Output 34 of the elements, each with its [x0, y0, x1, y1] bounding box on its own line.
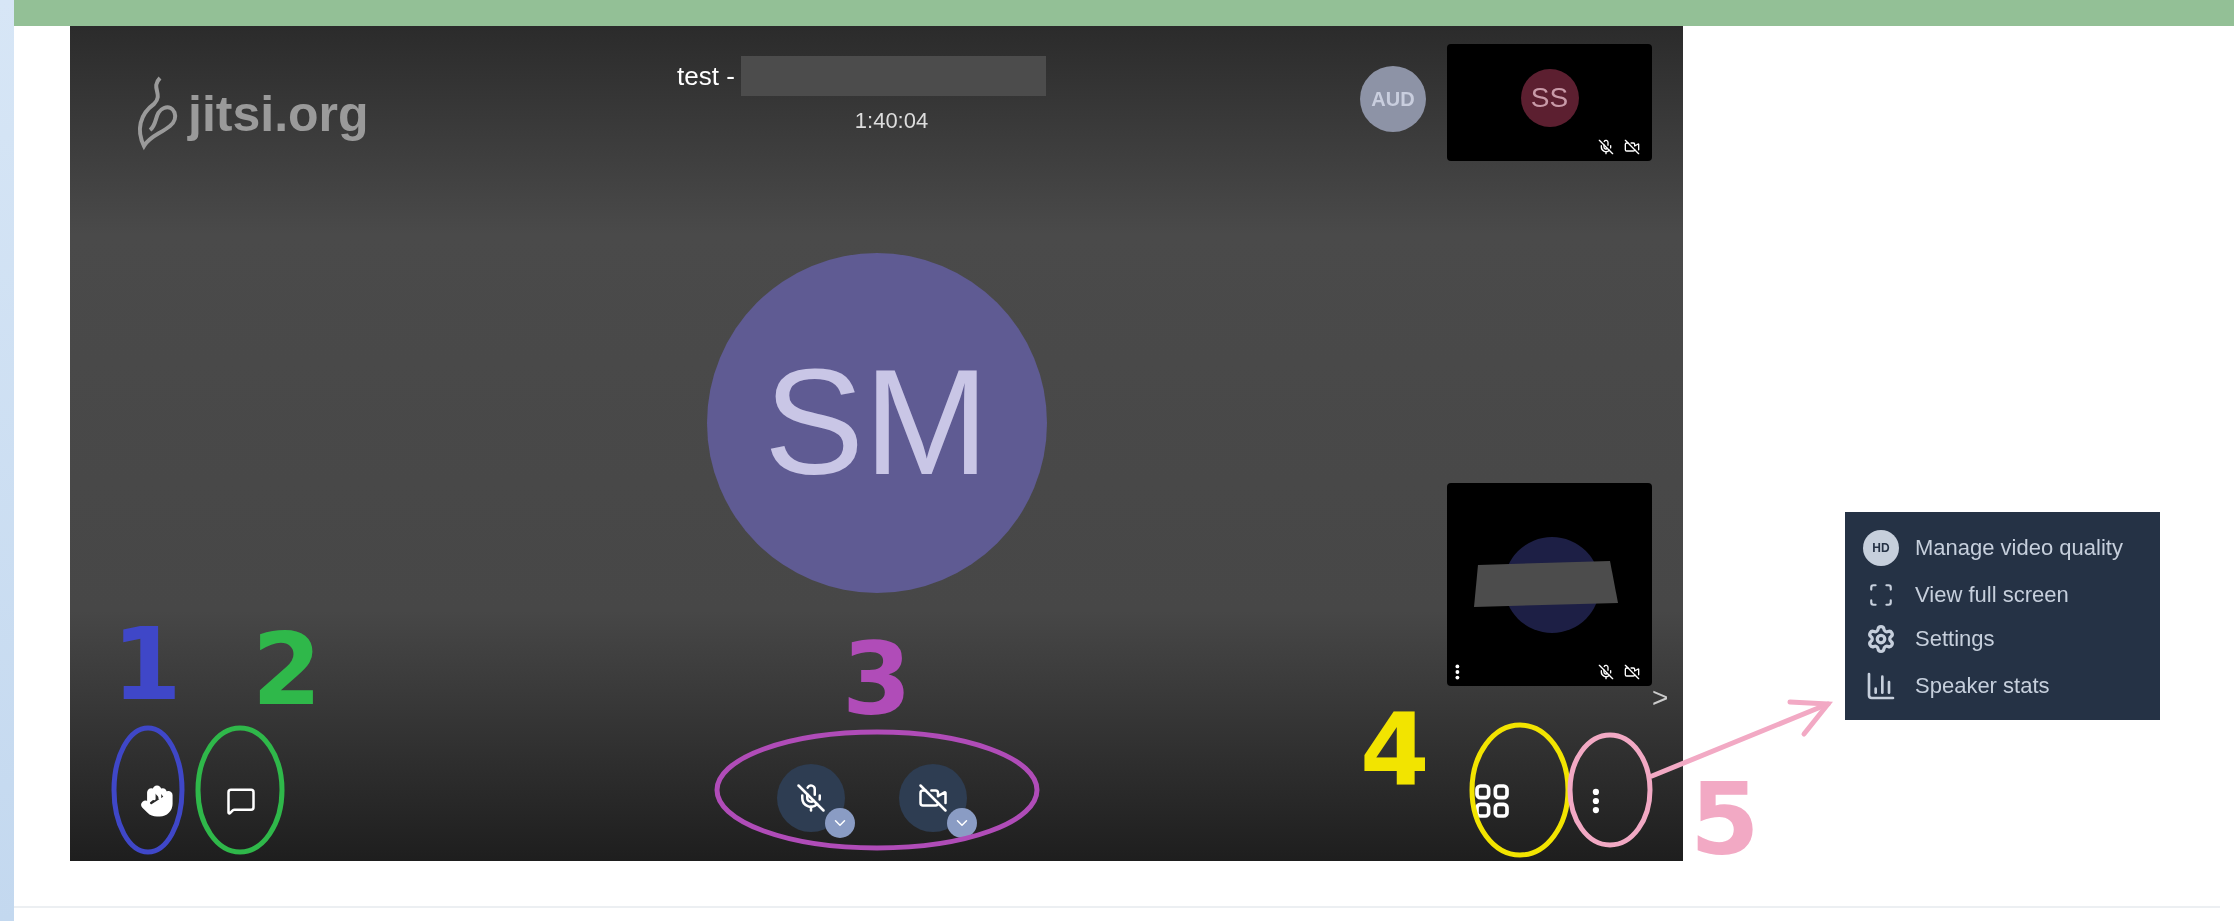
annotation-number: 2 [252, 620, 322, 720]
logo-text: jitsi.org [188, 85, 369, 143]
mic-off-icon [795, 783, 826, 813]
annotation-number: 4 [1360, 700, 1430, 800]
annotation-number: 5 [1690, 770, 1760, 870]
raise-hand-icon [140, 784, 174, 818]
menu-item-label: Manage video quality [1915, 535, 2123, 561]
annotation-number: 3 [842, 630, 912, 730]
bar-chart-icon [1865, 670, 1897, 702]
menu-item-label: View full screen [1915, 582, 2069, 608]
more-icon[interactable] [1455, 664, 1460, 680]
avatar: SM [706, 252, 1047, 593]
meeting-timer: 1:40:04 [854, 108, 929, 134]
avatar: AUD [1360, 66, 1426, 132]
grid-icon [1472, 781, 1512, 821]
menu-item[interactable]: HD Manage video quality [1845, 522, 2160, 574]
filmstrip-toggle[interactable]: > [1652, 684, 1669, 712]
settings-icon [1866, 624, 1896, 654]
menu-item[interactable]: View full screen [1845, 574, 2160, 616]
camera-off-icon [917, 783, 948, 813]
menu-item[interactable]: Settings [1845, 616, 2160, 662]
hd-icon: HD [1863, 530, 1899, 566]
more-icon[interactable] [1592, 788, 1600, 814]
avatar: SS [1520, 68, 1579, 127]
video-thumbnail[interactable] [1447, 483, 1652, 686]
video-thumbnail[interactable]: SS [1447, 44, 1652, 161]
chat-icon [226, 786, 256, 816]
caret-button[interactable] [824, 808, 855, 838]
menu-item-label: Settings [1915, 626, 1995, 652]
meeting-title: test - [677, 60, 735, 92]
menu-item-label: Speaker stats [1915, 673, 2050, 699]
fullscreen-icon [1868, 582, 1894, 608]
annotation-number: 1 [112, 615, 182, 715]
menu-item[interactable]: Speaker stats [1845, 662, 2160, 710]
